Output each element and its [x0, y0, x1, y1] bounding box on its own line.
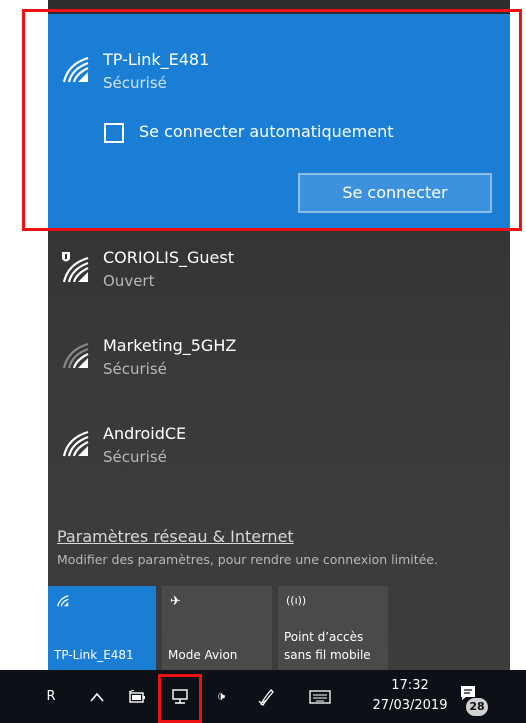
- network-status: Ouvert: [103, 272, 155, 290]
- notification-count-badge: 28: [466, 698, 488, 716]
- hotspot-icon: ((ı)): [286, 594, 307, 607]
- clock-date: 27/03/2019: [372, 698, 448, 713]
- network-item-coriolis[interactable]: CORIOLIS_Guest Ouvert: [60, 248, 480, 318]
- highlight-selected-network: [22, 9, 522, 231]
- quick-tile-airplane-mode[interactable]: ✈ Mode Avion: [162, 586, 272, 670]
- wifi-icon: [62, 430, 89, 457]
- wifi-open-shield-icon: [62, 252, 89, 283]
- taskbar-truncated-text: R: [46, 689, 56, 704]
- keyboard-icon: [309, 689, 331, 704]
- network-item-androidce[interactable]: AndroidCE Sécurisé: [60, 424, 480, 494]
- tile-label: Mode Avion: [168, 648, 238, 662]
- chevron-up-icon: [90, 692, 104, 702]
- network-settings-link[interactable]: Paramètres réseau & Internet: [57, 527, 294, 546]
- wifi-weak-icon: [62, 342, 89, 369]
- network-name: Marketing_5GHZ: [103, 336, 237, 355]
- network-item-marketing[interactable]: Marketing_5GHZ Sécurisé: [60, 336, 480, 406]
- speaker-icon: 🕩: [216, 689, 226, 704]
- battery-icon: [128, 689, 145, 703]
- highlight-network-tray: [158, 674, 202, 723]
- battery-button[interactable]: [124, 670, 150, 723]
- touch-keyboard-button[interactable]: [304, 670, 336, 723]
- tile-label-line2: sans fil mobile: [284, 648, 371, 662]
- tile-label-line1: Point d’accès: [284, 630, 364, 644]
- clock-time: 17:32: [391, 678, 429, 693]
- volume-button[interactable]: 🕩: [206, 670, 236, 723]
- network-settings-description: Modifier des paramètres, pour rendre une…: [57, 552, 438, 567]
- tile-label: TP-Link_E481: [54, 648, 134, 662]
- network-name: AndroidCE: [103, 424, 187, 443]
- quick-tile-mobile-hotspot[interactable]: ((ı)) Point d’accès sans fil mobile: [278, 586, 388, 670]
- clock[interactable]: 17:32 27/03/2019: [365, 676, 455, 716]
- airplane-icon: ✈: [170, 594, 181, 609]
- pen-icon: [258, 688, 274, 706]
- network-status: Sécurisé: [103, 360, 167, 378]
- quick-tile-wifi[interactable]: TP-Link_E481: [48, 586, 156, 670]
- show-hidden-icons-button[interactable]: [84, 670, 110, 723]
- wifi-icon: [57, 595, 69, 607]
- pen-workspace-button[interactable]: [254, 670, 280, 723]
- network-status: Sécurisé: [103, 448, 167, 466]
- network-name: CORIOLIS_Guest: [103, 248, 234, 267]
- tile-label: Point d’accès sans fil mobile: [284, 628, 371, 664]
